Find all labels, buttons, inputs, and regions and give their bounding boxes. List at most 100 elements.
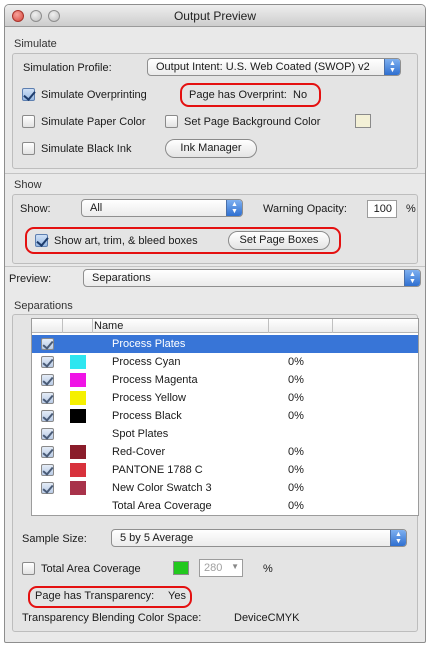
simulation-profile-value: Output Intent: U.S. Web Coated (SWOP) v2: [156, 61, 370, 73]
set-page-background-checkbox[interactable]: [165, 115, 178, 128]
window-title: Output Preview: [173, 9, 257, 23]
separations-table: Name Process Plates Process Cyan 0% Process…: [31, 318, 419, 516]
separation-percent: 0%: [288, 374, 304, 386]
separation-name: PANTONE 1788 C: [112, 464, 203, 476]
page-transparency-label: Page has Transparency:: [35, 590, 155, 602]
simulate-paper-color-checkbox[interactable]: [22, 115, 35, 128]
separation-visibility-checkbox[interactable]: [41, 374, 54, 386]
ink-manager-button[interactable]: Ink Manager: [165, 139, 257, 158]
separation-name: Red-Cover: [112, 446, 166, 458]
simulate-paper-color-label: Simulate Paper Color: [41, 116, 146, 128]
separation-row[interactable]: Process Cyan 0%: [32, 353, 418, 371]
show-section-label: Show: [14, 179, 42, 191]
simulate-overprinting-checkbox[interactable]: [22, 88, 35, 101]
separation-visibility-checkbox[interactable]: [41, 446, 54, 458]
separation-color-swatch: [70, 409, 86, 423]
sample-size-label: Sample Size:: [22, 533, 87, 545]
separation-percent: 0%: [288, 410, 304, 422]
page-overprint-label: Page has Overprint:: [189, 89, 287, 101]
separation-name: Spot Plates: [112, 428, 169, 440]
separation-color-swatch: [70, 463, 86, 477]
title-bar: Output Preview: [5, 5, 425, 27]
separations-section-label: Separations: [14, 300, 73, 312]
separation-row[interactable]: Process Magenta 0%: [32, 371, 418, 389]
table-header: Name: [32, 319, 418, 333]
preview-label: Preview:: [9, 273, 52, 285]
blending-space-value: DeviceCMYK: [234, 612, 300, 624]
separation-percent: 0%: [288, 356, 304, 368]
separation-row[interactable]: New Color Swatch 3 0%: [32, 479, 418, 497]
separation-color-swatch: [70, 355, 86, 369]
separation-color-swatch: [70, 445, 86, 459]
set-page-boxes-button[interactable]: Set Page Boxes: [228, 231, 330, 250]
name-column-header[interactable]: Name: [94, 320, 123, 332]
popup-arrows-icon: ▲ ▼: [226, 200, 242, 216]
warning-opacity-label: Warning Opacity:: [263, 203, 347, 215]
page-background-color-swatch[interactable]: [355, 114, 371, 128]
show-label: Show:: [20, 203, 51, 215]
column-separator: [62, 319, 63, 333]
section-divider: [5, 173, 425, 174]
page-overprint-value: No: [293, 89, 308, 101]
separation-row[interactable]: PANTONE 1788 C 0%: [32, 461, 418, 479]
total-area-coverage-checkbox[interactable]: [22, 562, 35, 575]
separation-row[interactable]: Process Plates: [32, 335, 418, 353]
separation-visibility-checkbox[interactable]: [41, 392, 54, 404]
separation-row[interactable]: Process Yellow 0%: [32, 389, 418, 407]
separation-name: Process Plates: [112, 338, 186, 350]
separation-name: Process Black: [112, 410, 182, 422]
coverage-stepper-icon[interactable]: ▼: [231, 562, 239, 571]
sample-size-value: 5 by 5 Average: [120, 532, 194, 544]
separation-percent: 0%: [288, 482, 304, 494]
column-separator: [92, 319, 93, 333]
coverage-color-swatch[interactable]: [173, 561, 189, 575]
separation-percent: 0%: [288, 446, 304, 458]
separation-visibility-checkbox[interactable]: [41, 338, 54, 350]
show-boxes-label: Show art, trim, & bleed boxes: [54, 235, 198, 247]
separation-color-swatch: [70, 481, 86, 495]
separation-row[interactable]: Process Black 0%: [32, 407, 418, 425]
show-boxes-checkbox[interactable]: [35, 234, 48, 247]
simulation-profile-label: Simulation Profile:: [23, 62, 112, 74]
warning-opacity-field[interactable]: 100: [367, 200, 397, 218]
column-separator: [268, 319, 269, 333]
popup-arrows-icon: ▲ ▼: [384, 59, 400, 75]
preview-popup[interactable]: Separations ▲ ▼: [83, 269, 421, 287]
coverage-unit: %: [263, 563, 273, 575]
column-separator: [332, 319, 333, 333]
separation-row[interactable]: Red-Cover 0%: [32, 443, 418, 461]
simulation-profile-popup[interactable]: Output Intent: U.S. Web Coated (SWOP) v2…: [147, 58, 401, 76]
preview-popup-value: Separations: [92, 272, 151, 284]
blending-space-label: Transparency Blending Color Space:: [22, 612, 202, 624]
separation-percent: 0%: [288, 500, 304, 512]
section-divider: [5, 266, 425, 267]
separation-percent: 0%: [288, 464, 304, 476]
simulate-black-ink-checkbox[interactable]: [22, 142, 35, 155]
popup-arrows-icon: ▲ ▼: [404, 270, 420, 286]
sample-size-popup[interactable]: 5 by 5 Average ▲ ▼: [111, 529, 407, 547]
separation-visibility-checkbox[interactable]: [41, 464, 54, 476]
separation-visibility-checkbox[interactable]: [41, 356, 54, 368]
separation-name: Total Area Coverage: [112, 500, 212, 512]
show-popup-value: All: [90, 202, 103, 214]
page-transparency-value: Yes: [168, 590, 186, 602]
output-preview-window: Output Preview Simulate Simulation Profi…: [4, 4, 426, 643]
separation-name: Process Magenta: [112, 374, 198, 386]
show-popup[interactable]: All ▲ ▼: [81, 199, 243, 217]
separation-name: New Color Swatch 3: [112, 482, 212, 494]
set-page-background-label: Set Page Background Color: [184, 116, 321, 128]
separation-row[interactable]: Total Area Coverage 0%: [32, 497, 418, 515]
warning-opacity-unit: %: [406, 203, 416, 215]
popup-arrows-icon: ▲ ▼: [390, 530, 406, 546]
separation-color-swatch: [70, 391, 86, 405]
separation-visibility-checkbox[interactable]: [41, 428, 54, 440]
separation-visibility-checkbox[interactable]: [41, 410, 54, 422]
coverage-value-field[interactable]: 280 ▼: [199, 559, 243, 577]
simulate-section-label: Simulate: [14, 38, 57, 50]
simulate-black-ink-label: Simulate Black Ink: [41, 143, 132, 155]
separation-name: Process Yellow: [112, 392, 186, 404]
coverage-value: 280: [204, 562, 223, 574]
separation-visibility-checkbox[interactable]: [41, 482, 54, 494]
simulate-overprinting-label: Simulate Overprinting: [41, 89, 147, 101]
separation-row[interactable]: Spot Plates: [32, 425, 418, 443]
